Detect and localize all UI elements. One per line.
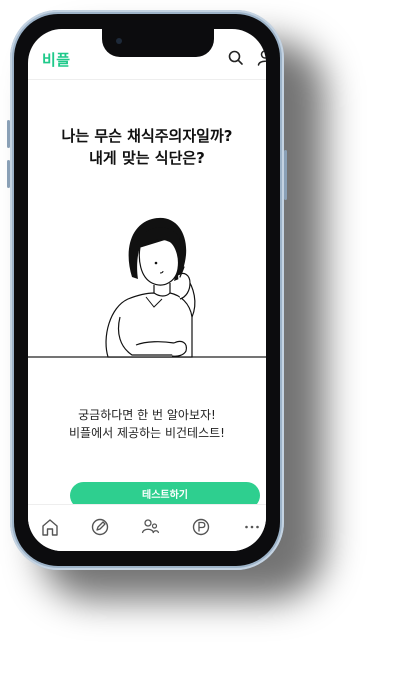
phone-bezel: 비플 나는 무슨 채식주의자일까? 내게 맞는 식단은? 궁금하다면 한 번 알… [14, 14, 280, 566]
thinking-woman-illustration [28, 217, 266, 358]
more-icon[interactable] [242, 517, 262, 537]
quiz-title: 나는 무슨 채식주의자일까? 내게 맞는 식단은? [28, 125, 266, 169]
points-icon[interactable] [191, 517, 211, 537]
title-line-2: 내게 맞는 식단은? [89, 149, 205, 167]
subtitle-line-1: 궁금하다면 한 번 알아보자! [78, 408, 216, 422]
power-button [284, 150, 287, 200]
home-icon[interactable] [40, 517, 60, 537]
volume-down-button [7, 160, 10, 188]
bottom-tab-bar [28, 504, 266, 551]
subtitle-line-2: 비플에서 제공하는 비건테스트! [69, 426, 225, 440]
title-line-1: 나는 무슨 채식주의자일까? [61, 127, 233, 145]
phone-frame: 비플 나는 무슨 채식주의자일까? 내게 맞는 식단은? 궁금하다면 한 번 알… [7, 10, 287, 570]
app-logo[interactable]: 비플 [42, 49, 71, 70]
volume-up-button [7, 120, 10, 148]
search-icon[interactable] [227, 49, 245, 67]
user-icon[interactable] [256, 49, 266, 67]
people-icon[interactable] [140, 517, 160, 537]
notch [102, 29, 214, 57]
camera-dot [116, 38, 122, 44]
edit-icon[interactable] [90, 517, 110, 537]
app-screen: 비플 나는 무슨 채식주의자일까? 내게 맞는 식단은? 궁금하다면 한 번 알… [28, 29, 266, 551]
quiz-description: 궁금하다면 한 번 알아보자! 비플에서 제공하는 비건테스트! [28, 406, 266, 442]
